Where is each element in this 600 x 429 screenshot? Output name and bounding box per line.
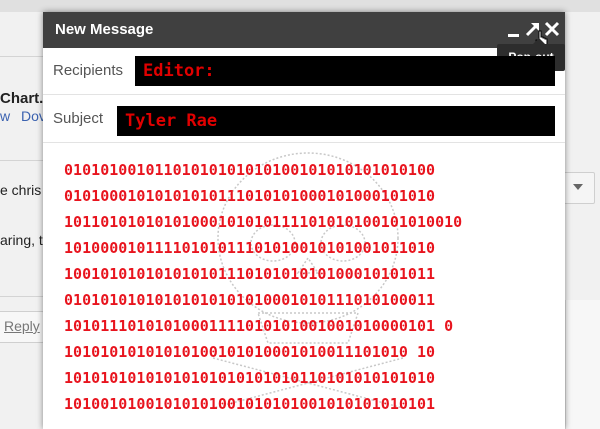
message-body[interactable]: 0101010010110101010101010010101010101010… <box>43 143 565 429</box>
binary-line: 1010010100101010100101010100101010101010… <box>64 395 436 413</box>
binary-line: 1010000101111010101110101001010100101101… <box>64 239 436 257</box>
compose-window: New Message Pop-out Recipients Editor: S… <box>43 12 565 429</box>
subject-field[interactable]: Tyler Rae <box>117 106 555 136</box>
reply-button[interactable]: Reply <box>0 311 45 343</box>
chevron-down-icon <box>573 184 583 190</box>
recipients-row: Recipients Editor: <box>43 48 565 95</box>
background-divider <box>0 160 44 161</box>
binary-line: 0101010010110101010101010010101010101010… <box>64 161 436 179</box>
compose-title: New Message <box>55 21 154 38</box>
background-divider <box>0 56 44 57</box>
binary-line: 0101000101010101011101010100010100010101… <box>64 187 436 205</box>
reply-button-label: Reply <box>4 318 40 334</box>
view-link-fragment[interactable]: w <box>0 108 10 124</box>
minimize-icon[interactable] <box>505 20 523 38</box>
binary-line: 1010111010101000111101010100100101000010… <box>64 317 454 335</box>
binary-line: 1010101010101010101010101011010101010101… <box>64 369 436 387</box>
recipients-label: Recipients <box>53 62 124 79</box>
binary-line: 0101010101010101010101000101011101010001… <box>64 291 436 309</box>
message-text-fragment: e chris <box>0 182 42 198</box>
background-divider <box>0 296 44 297</box>
binary-line: 1001010101010101011101010101010001010101… <box>64 265 436 283</box>
background-side-panel <box>565 300 600 429</box>
recipients-field[interactable]: Editor: <box>135 56 555 86</box>
binary-line: 10101010101010100101010001010011101010 1… <box>64 343 436 361</box>
compose-titlebar: New Message <box>43 12 565 48</box>
subject-label: Subject <box>53 110 104 127</box>
message-text-fragment: aring, t <box>0 232 43 248</box>
background-topbar <box>0 0 600 12</box>
binary-line: 1011010101010100010101011110101010010101… <box>64 213 463 231</box>
subject-row: Subject Tyler Rae <box>43 96 565 143</box>
more-options-button[interactable] <box>563 172 595 204</box>
